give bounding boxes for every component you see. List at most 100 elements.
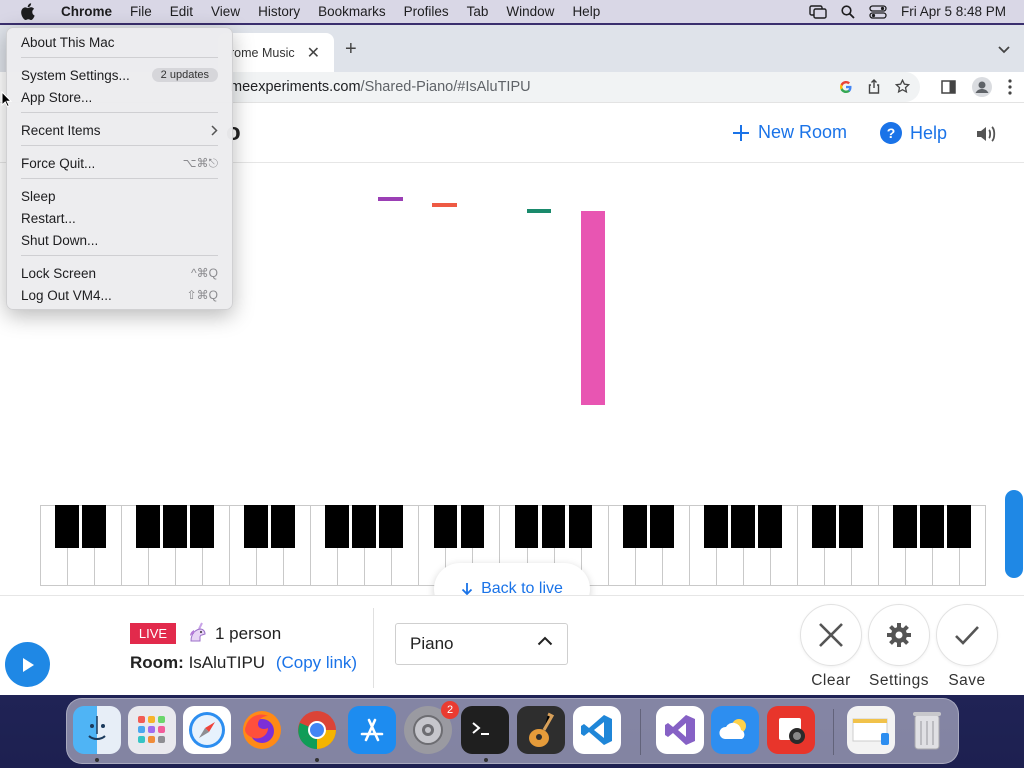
page-scrollbar[interactable]: [1004, 163, 1024, 595]
piano-black-key[interactable]: [622, 505, 647, 548]
menu-about-this-mac[interactable]: About This Mac: [21, 32, 218, 52]
menu-help[interactable]: Help: [563, 0, 609, 23]
downloads-stack-icon[interactable]: [847, 706, 895, 754]
checkmark-icon: [955, 626, 979, 645]
copy-link-button[interactable]: (Copy link): [276, 653, 357, 672]
instrument-select[interactable]: Piano: [395, 623, 568, 665]
menu-force-quit[interactable]: Force Quit... ⌥⌘⎋: [21, 153, 218, 173]
trash-icon[interactable]: [903, 706, 951, 754]
finder-icon[interactable]: [73, 706, 121, 754]
piano-black-key[interactable]: [379, 505, 404, 548]
terminal-icon[interactable]: [461, 706, 509, 754]
control-center-icon[interactable]: [869, 4, 887, 19]
screen-mirroring-icon[interactable]: [809, 4, 827, 19]
profile-avatar-icon[interactable]: [972, 77, 992, 102]
piano-black-key[interactable]: [136, 505, 160, 548]
piano-black-key[interactable]: [568, 505, 593, 548]
menubar-clock[interactable]: Fri Apr 5 8:48 PM: [901, 4, 1006, 19]
menu-window[interactable]: Window: [497, 0, 563, 23]
piano-black-key[interactable]: [244, 505, 269, 548]
piano-black-key[interactable]: [920, 505, 944, 548]
running-indicator: [315, 758, 319, 762]
menu-system-settings[interactable]: System Settings... 2 updates: [21, 65, 218, 85]
updates-badge: 2 updates: [151, 68, 218, 82]
piano-black-key[interactable]: [947, 505, 971, 548]
help-button[interactable]: ? Help: [880, 122, 947, 144]
dock-separator: [640, 709, 641, 755]
new-tab-icon[interactable]: +: [345, 38, 357, 61]
settings-button[interactable]: Settings: [867, 604, 931, 690]
menu-bar: Chrome File Edit View History Bookmarks …: [0, 0, 1024, 23]
safari-icon[interactable]: [183, 706, 231, 754]
clear-button[interactable]: Clear: [799, 604, 863, 690]
menu-recent-items[interactable]: Recent Items: [21, 120, 218, 140]
firefox-icon[interactable]: [238, 706, 286, 754]
piano-black-key[interactable]: [514, 505, 539, 548]
menu-system-settings-label: System Settings...: [21, 67, 130, 83]
vscode-icon[interactable]: [573, 706, 621, 754]
tab-active[interactable]: rome Music ✕: [218, 33, 334, 72]
piano-black-key[interactable]: [271, 505, 296, 548]
save-button[interactable]: Save: [935, 604, 999, 690]
launchpad-icon[interactable]: [128, 706, 176, 754]
address-bar[interactable]: meexperiments.com/Shared-Piano/#IsAluTIP…: [150, 72, 920, 102]
back-to-live-button[interactable]: Back to live: [434, 563, 590, 595]
piano-black-key[interactable]: [757, 505, 782, 548]
piano-black-key[interactable]: [352, 505, 377, 548]
more-menu-icon[interactable]: [1008, 79, 1012, 100]
piano-black-key[interactable]: [325, 505, 350, 548]
menu-separator: [21, 178, 218, 179]
menu-lock-screen[interactable]: Lock Screen ^⌘Q: [21, 263, 218, 283]
menu-history[interactable]: History: [249, 0, 309, 23]
piano-black-key[interactable]: [838, 505, 863, 548]
app-store-icon[interactable]: [348, 706, 396, 754]
piano-black-key[interactable]: [190, 505, 215, 548]
apple-logo-icon[interactable]: [16, 0, 38, 23]
room-code: IsAluTIPU: [188, 653, 266, 672]
play-button[interactable]: [5, 642, 50, 687]
chevron-up-icon: [537, 636, 553, 646]
piano-black-key[interactable]: [460, 505, 485, 548]
garageband-icon[interactable]: [517, 706, 565, 754]
spotlight-search-icon[interactable]: [841, 4, 855, 19]
menu-app-store[interactable]: App Store...: [21, 87, 218, 107]
visual-studio-icon[interactable]: [656, 706, 704, 754]
share-icon[interactable]: [867, 79, 881, 98]
piano-black-key[interactable]: [55, 505, 79, 548]
piano-black-key[interactable]: [893, 505, 917, 548]
menu-edit[interactable]: Edit: [161, 0, 202, 23]
tab-search-chevron-icon[interactable]: [998, 41, 1010, 59]
piano-black-key[interactable]: [541, 505, 566, 548]
save-label: Save: [948, 672, 986, 689]
chrome-icon[interactable]: [293, 706, 341, 754]
menu-app-name[interactable]: Chrome: [52, 0, 121, 23]
google-lens-icon[interactable]: [839, 80, 853, 98]
weather-icon[interactable]: [711, 706, 759, 754]
tab-close-icon[interactable]: ✕: [307, 43, 320, 63]
side-panel-icon[interactable]: [941, 80, 956, 99]
piano-black-key[interactable]: [433, 505, 458, 548]
piano-black-key[interactable]: [703, 505, 728, 548]
piano-black-key[interactable]: [82, 505, 106, 548]
menu-log-out[interactable]: Log Out VM4... ⇧⌘Q: [21, 285, 218, 305]
sound-toggle-icon[interactable]: [975, 124, 997, 149]
live-badge: LIVE: [130, 623, 176, 644]
menu-profiles[interactable]: Profiles: [395, 0, 458, 23]
piano-black-key[interactable]: [163, 505, 188, 548]
bookmark-star-icon[interactable]: [894, 78, 911, 98]
scrollbar-thumb[interactable]: [1005, 490, 1023, 578]
menu-tab[interactable]: Tab: [458, 0, 498, 23]
piano-black-key[interactable]: [730, 505, 755, 548]
note-bar: [432, 203, 457, 207]
menu-bookmarks[interactable]: Bookmarks: [309, 0, 395, 23]
menu-view[interactable]: View: [202, 0, 249, 23]
settings-label: Settings: [868, 672, 929, 689]
new-room-button[interactable]: New Room: [732, 122, 847, 143]
menu-shut-down[interactable]: Shut Down...: [21, 230, 218, 250]
menu-sleep[interactable]: Sleep: [21, 186, 218, 206]
piano-black-key[interactable]: [649, 505, 674, 548]
menu-restart[interactable]: Restart...: [21, 208, 218, 228]
piano-black-key[interactable]: [811, 505, 836, 548]
menu-file[interactable]: File: [121, 0, 161, 23]
photo-booth-icon[interactable]: [767, 706, 815, 754]
